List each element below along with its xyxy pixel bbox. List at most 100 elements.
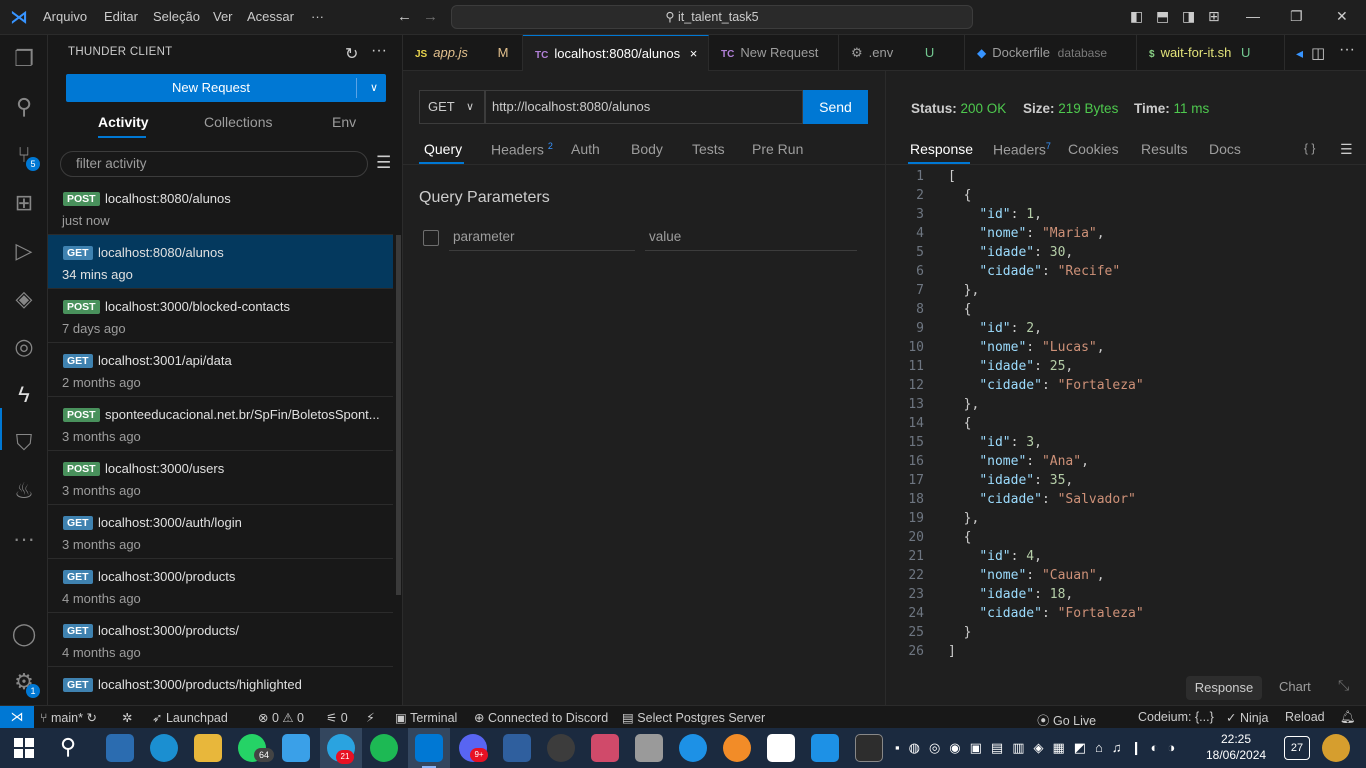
tab-docs[interactable]: Docs <box>1209 141 1241 157</box>
tab-collections[interactable]: Collections <box>204 114 272 130</box>
value-input[interactable]: value <box>645 223 857 251</box>
view-response-button[interactable]: Response <box>1186 676 1262 700</box>
reload-button[interactable]: Reload <box>1285 710 1325 724</box>
microsoft-store-icon[interactable] <box>282 734 310 762</box>
tab-activity[interactable]: Activity <box>98 114 149 130</box>
run-debug-icon[interactable]: ▷ <box>10 237 38 265</box>
command-center-search[interactable]: ⚲ it_talent_task5 <box>451 5 973 29</box>
search-view-icon[interactable]: ⚲ <box>10 93 38 121</box>
clock[interactable]: 22:25 18/06/2024 <box>1206 731 1266 763</box>
refresh-icon[interactable]: ↻ <box>345 44 358 64</box>
back-arrow-icon[interactable]: ← <box>397 8 412 25</box>
tab-env[interactable]: Env <box>332 114 356 130</box>
filter-activity-input[interactable]: filter activity <box>60 151 368 177</box>
method-select[interactable]: GET ∨ <box>419 90 485 124</box>
tab-pre-run[interactable]: Pre Run <box>752 141 803 157</box>
list-item[interactable]: GET localhost:3000/auth/login 3 months a… <box>48 505 393 559</box>
sidebar-scrollbar[interactable] <box>396 235 401 595</box>
format-braces-button[interactable]: { } <box>1304 141 1315 155</box>
list-item[interactable]: GET localhost:3000/products/highlighted <box>48 667 393 705</box>
list-item[interactable]: GET localhost:3001/api/data 2 months ago <box>48 343 393 397</box>
menu-selecao[interactable]: Seleção <box>153 9 200 24</box>
edge-browser-icon[interactable] <box>150 734 178 762</box>
tab-cookies[interactable]: Cookies <box>1068 141 1119 157</box>
tab-new-request[interactable]: TC New Request <box>709 35 839 71</box>
expand-icon[interactable]: ⤡ <box>1338 677 1349 694</box>
tab-body[interactable]: Body <box>631 141 663 157</box>
minimize-icon[interactable]: — <box>1246 8 1260 24</box>
tab-results[interactable]: Results <box>1141 141 1188 157</box>
docker-icon[interactable] <box>811 734 839 762</box>
toggle-secondary-sidebar-icon[interactable]: ◨ <box>1182 8 1195 25</box>
list-item[interactable]: GET localhost:3000/products/ 4 months ag… <box>48 613 393 667</box>
gitlab-icon[interactable]: ⛉ <box>10 429 38 457</box>
filter-menu-icon[interactable]: ☰ <box>376 153 391 173</box>
tab-response[interactable]: Response <box>910 141 973 157</box>
paint-app-icon[interactable] <box>591 734 619 762</box>
widgets-app-icon[interactable] <box>106 734 134 762</box>
restore-icon[interactable]: ❐ <box>1290 8 1303 25</box>
droplet-app-icon[interactable] <box>503 734 531 762</box>
notifications-bell-icon[interactable]: 🔔︎ <box>1340 710 1356 725</box>
list-item[interactable]: POST sponteeducacional.net.br/SpFin/Bole… <box>48 397 393 451</box>
tab-app-js[interactable]: JS app.js M <box>403 35 523 71</box>
spotify-icon[interactable] <box>370 734 398 762</box>
list-item[interactable]: GET localhost:3000/products 4 months ago <box>48 559 393 613</box>
tab-env[interactable]: ⚙ .env U <box>839 35 965 71</box>
branch-indicator[interactable]: ⑂ main* ↻ <box>40 710 97 725</box>
tab-headers[interactable]: Headers 2 <box>491 141 553 158</box>
launchpad-button[interactable]: ➶ Launchpad <box>152 710 228 725</box>
menu-editar[interactable]: Editar <box>104 9 138 24</box>
send-button[interactable]: Send <box>803 90 868 124</box>
new-request-button[interactable]: New Request ∨ <box>66 74 386 102</box>
tab-dockerfile[interactable]: ◆ Dockerfile database <box>965 35 1137 71</box>
capcut-icon[interactable] <box>767 734 795 762</box>
monitor-app-icon[interactable] <box>635 734 663 762</box>
view-chart-button[interactable]: Chart <box>1279 679 1311 694</box>
list-item[interactable]: GET localhost:8080/alunos 34 mins ago <box>48 235 393 289</box>
forward-arrow-icon[interactable]: → <box>423 8 438 25</box>
tab-localhost-8080-alunos[interactable]: TC localhost:8080/alunos × <box>523 35 709 71</box>
extensions-icon[interactable]: ⊞ <box>10 189 38 217</box>
close-icon[interactable]: × <box>690 46 698 61</box>
toggle-panel-icon[interactable]: ⬒ <box>1156 8 1169 25</box>
file-explorer-icon[interactable] <box>194 734 222 762</box>
remote-indicator-icon[interactable]: ⋊ <box>0 706 34 729</box>
thunder-client-icon[interactable]: ϟ <box>10 381 38 409</box>
windows-start-icon[interactable] <box>14 738 34 758</box>
tab-wait-for-it[interactable]: $ wait-for-it.sh U <box>1137 35 1285 71</box>
copilot-icon[interactable] <box>1322 734 1350 762</box>
menu-icon[interactable]: ☰ <box>1340 141 1353 158</box>
git-graph-icon[interactable]: ◎ <box>10 333 38 361</box>
url-input[interactable]: http://localhost:8080/alunos <box>485 90 803 124</box>
tab-tests[interactable]: Tests <box>692 141 725 157</box>
chevron-down-icon[interactable]: ∨ <box>364 74 384 102</box>
menu-arquivo[interactable]: Arquivo <box>43 9 87 24</box>
problems-indicator[interactable]: ⊗ 0 ⚠ 0 <box>258 710 304 725</box>
ports-indicator[interactable]: ⚟ 0 <box>326 710 348 725</box>
menu-ver[interactable]: Ver <box>213 9 233 24</box>
discord-status[interactable]: ⊕ Connected to Discord <box>474 710 608 725</box>
tab-response-headers[interactable]: Headers7 <box>993 141 1051 158</box>
git-graph-status-icon[interactable]: ✲ <box>122 710 132 725</box>
menu-acessar[interactable]: Acessar <box>247 9 294 24</box>
docker-desktop-icon[interactable] <box>679 734 707 762</box>
list-item[interactable]: POST localhost:8080/alunos just now <box>48 181 393 235</box>
list-item[interactable]: POST localhost:3000/blocked-contacts 7 d… <box>48 289 393 343</box>
customize-layout-icon[interactable]: ⊞ <box>1208 8 1220 25</box>
go-live-button[interactable]: ⦿ Go Live <box>1037 710 1096 729</box>
tab-auth[interactable]: Auth <box>571 141 600 157</box>
accounts-icon[interactable]: ◯ <box>10 620 38 648</box>
search-icon[interactable]: ⚲ <box>60 734 76 760</box>
notification-center-badge[interactable]: 27 <box>1284 736 1310 760</box>
editor-more-icon[interactable]: ··· <box>1339 41 1355 59</box>
close-window-icon[interactable]: ✕ <box>1336 8 1348 25</box>
terminal-button[interactable]: ▣ Terminal <box>395 710 457 725</box>
parameter-input[interactable]: parameter <box>449 223 635 251</box>
terminal-app-icon[interactable] <box>855 734 883 762</box>
postgres-status[interactable]: ▤ Select Postgres Server <box>622 710 765 725</box>
obs-icon[interactable] <box>547 734 575 762</box>
broadcast-icon[interactable]: ⚡ <box>366 710 375 725</box>
toggle-sidebar-icon[interactable]: ◧ <box>1130 8 1143 25</box>
docker-icon[interactable]: ◈ <box>10 285 38 313</box>
